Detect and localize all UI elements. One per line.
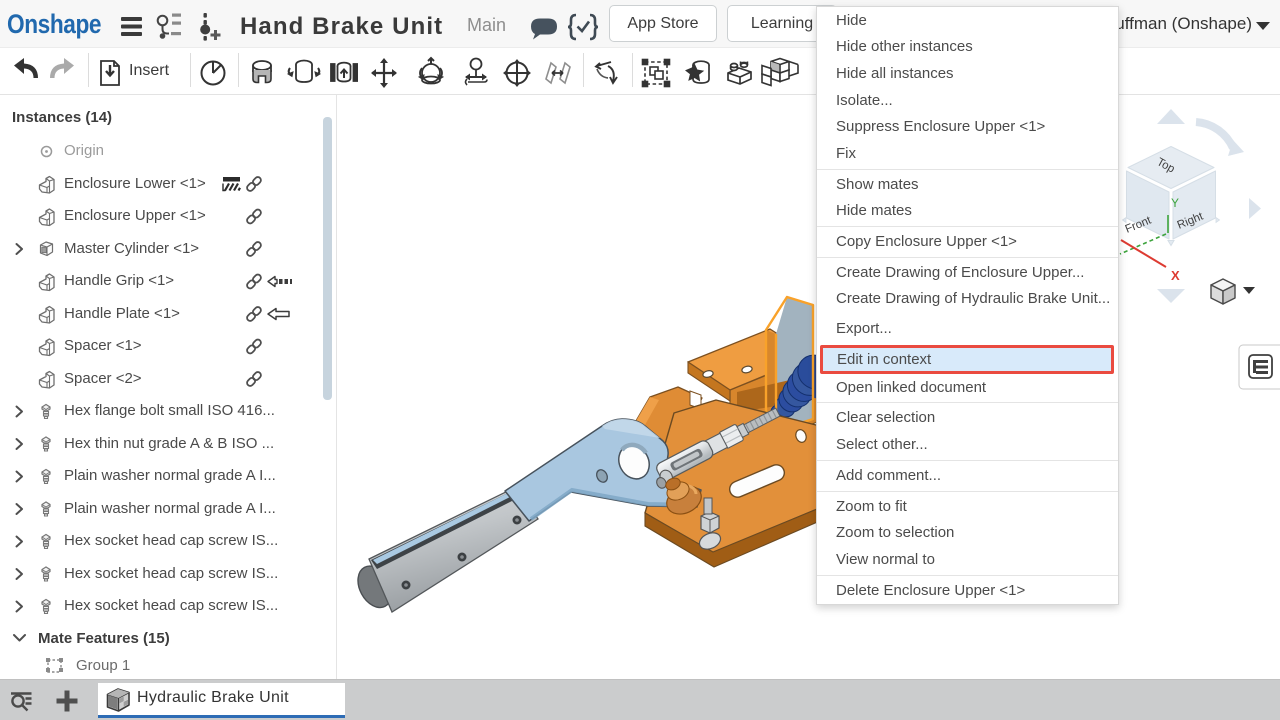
svg-text:Y: Y <box>1171 196 1179 210</box>
svg-text:X: X <box>1171 268 1180 283</box>
